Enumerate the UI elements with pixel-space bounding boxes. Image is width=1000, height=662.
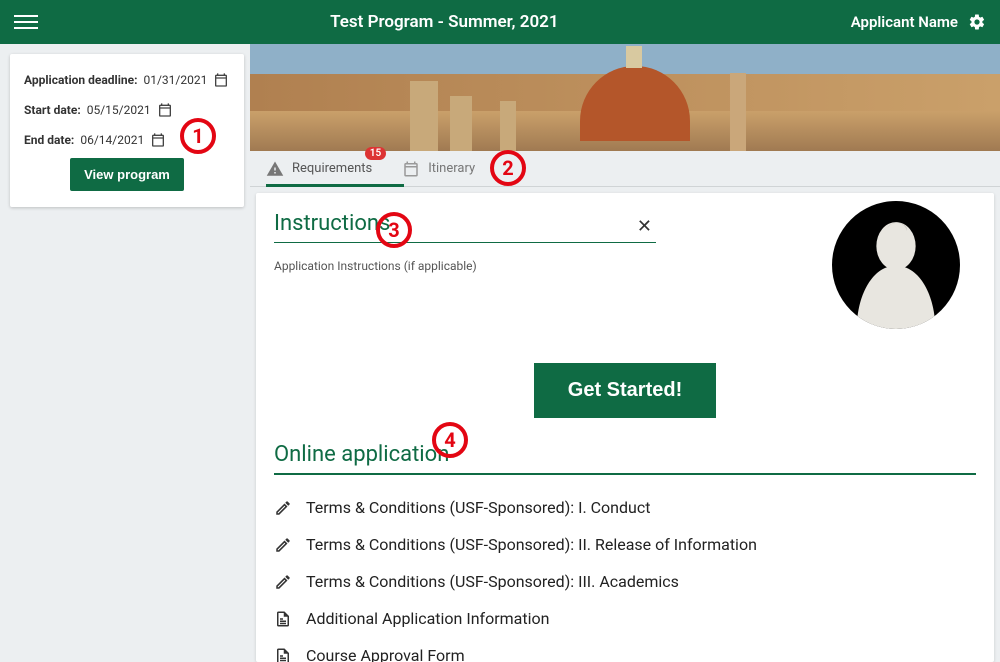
form-icon [274, 647, 292, 662]
requirement-label: Course Approval Form [306, 646, 465, 662]
user-name[interactable]: Applicant Name [851, 13, 958, 31]
program-dates-card: Application deadline: 01/31/2021 Start d… [10, 54, 244, 207]
requirement-label: Additional Application Information [306, 609, 549, 628]
tab-requirements[interactable]: Requirements 15 [266, 151, 372, 186]
get-started-button[interactable]: Get Started! [534, 363, 716, 418]
signature-icon [274, 499, 292, 517]
deadline-row: Application deadline: 01/31/2021 [24, 72, 230, 88]
online-application-title: Online application [274, 442, 976, 475]
requirement-label: Terms & Conditions (USF-Sponsored): III.… [306, 572, 679, 591]
tab-itinerary[interactable]: Itinerary [402, 151, 475, 186]
form-icon [274, 610, 292, 628]
gear-icon[interactable] [968, 13, 986, 31]
end-date-value: 06/14/2021 [80, 133, 144, 147]
start-date-row: Start date: 05/15/2021 [24, 102, 230, 118]
warning-icon [266, 160, 284, 178]
signature-icon [274, 573, 292, 591]
menu-icon[interactable] [14, 10, 38, 34]
tab-itinerary-label: Itinerary [428, 161, 475, 176]
calendar-icon [402, 160, 420, 178]
content-card: Instructions ✕ Application Instructions … [256, 193, 994, 662]
program-avatar [832, 201, 960, 329]
requirement-item[interactable]: Course Approval Form [274, 637, 976, 662]
requirement-item[interactable]: Additional Application Information [274, 600, 976, 637]
calendar-icon [157, 102, 173, 118]
instructions-title: Instructions [274, 211, 390, 242]
deadline-value: 01/31/2021 [143, 73, 207, 87]
requirement-item[interactable]: Terms & Conditions (USF-Sponsored): III.… [274, 563, 976, 600]
start-date-label: Start date: [24, 103, 81, 117]
sidebar: Application deadline: 01/31/2021 Start d… [0, 44, 250, 207]
requirement-label: Terms & Conditions (USF-Sponsored): I. C… [306, 498, 650, 517]
start-date-value: 05/15/2021 [87, 103, 151, 117]
tabs-bar: Requirements 15 Itinerary [250, 151, 1000, 187]
requirements-badge: 15 [365, 147, 386, 160]
close-icon[interactable]: ✕ [637, 216, 656, 237]
app-header: Test Program - Summer, 2021 Applicant Na… [0, 0, 1000, 44]
end-date-label: End date: [24, 133, 74, 147]
page-title: Test Program - Summer, 2021 [38, 12, 851, 32]
hero-image [250, 44, 1000, 151]
requirements-list: Terms & Conditions (USF-Sponsored): I. C… [274, 489, 976, 662]
deadline-label: Application deadline: [24, 73, 137, 87]
instructions-header: Instructions ✕ [274, 211, 656, 243]
main-content: Requirements 15 Itinerary Instructions ✕… [250, 44, 1000, 662]
tab-requirements-label: Requirements [292, 161, 372, 176]
calendar-icon [213, 72, 229, 88]
end-date-row: End date: 06/14/2021 [24, 132, 230, 148]
signature-icon [274, 536, 292, 554]
requirement-item[interactable]: Terms & Conditions (USF-Sponsored): II. … [274, 526, 976, 563]
view-program-button[interactable]: View program [70, 158, 184, 191]
requirement-label: Terms & Conditions (USF-Sponsored): II. … [306, 535, 757, 554]
calendar-icon [150, 132, 166, 148]
header-user-area: Applicant Name [851, 13, 986, 31]
requirement-item[interactable]: Terms & Conditions (USF-Sponsored): I. C… [274, 489, 976, 526]
